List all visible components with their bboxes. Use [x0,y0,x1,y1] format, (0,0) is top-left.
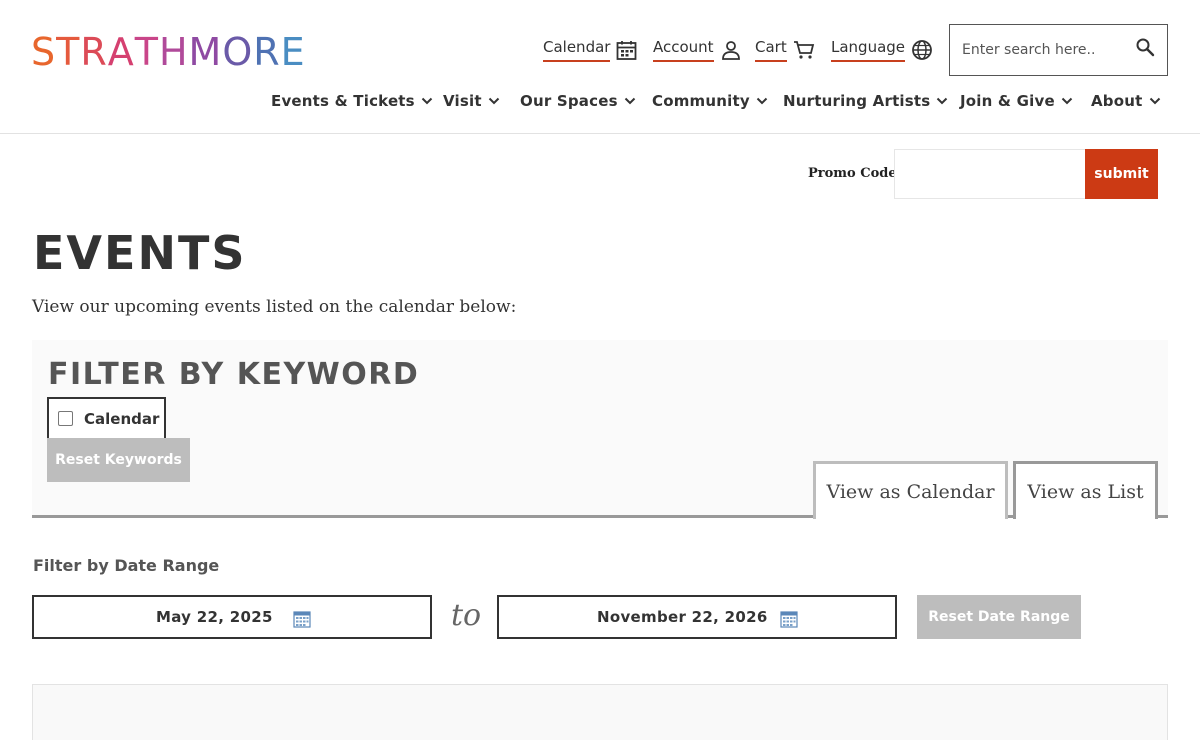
logo-letter: O [222,30,254,74]
globe-icon [912,40,932,60]
end-date-value: November 22, 2026 [597,608,768,626]
reset-keywords-button[interactable]: Reset Keywords [47,438,190,482]
chevron-down-icon [1149,97,1160,105]
date-range-separator: to [451,598,482,633]
calendar-picker-icon[interactable] [293,610,311,628]
tab-view-as-list[interactable]: View as List [1013,461,1158,519]
language-link[interactable]: Language [831,38,933,62]
account-link-label: Account [653,38,714,62]
page-intro: View our upcoming events listed on the c… [32,297,517,317]
nav-label: Nurturing Artists [783,92,931,110]
keyword-option-calendar[interactable]: Calendar [47,397,166,440]
nav-events-tickets[interactable]: Events & Tickets [271,92,433,110]
nav-label: Visit [443,92,482,110]
promo-submit-button[interactable]: submit [1085,149,1158,199]
nav-label: About [1091,92,1143,110]
chevron-down-icon [624,97,635,105]
nav-join-give[interactable]: Join & Give [960,92,1073,110]
end-date-field[interactable]: November 22, 2026 [497,595,897,639]
chevron-down-icon [1061,97,1073,105]
logo-letter: T [134,30,159,74]
calendar-picker-icon[interactable] [780,610,798,628]
nav-about[interactable]: About [1091,92,1161,110]
nav-label: Join & Give [960,92,1055,110]
chevron-down-icon [421,97,433,105]
user-icon [721,41,740,60]
logo-letter: E [280,30,306,74]
calendar-link[interactable]: Calendar [543,38,637,62]
nav-label: Our Spaces [520,92,618,110]
strathmore-logo[interactable]: STRATHMORE [31,30,306,74]
nav-visit[interactable]: Visit [443,92,500,110]
promo-code-label: Promo Code [808,166,897,181]
site-search [949,24,1168,76]
nav-nurturing-artists[interactable]: Nurturing Artists [783,92,948,110]
events-results-area [32,684,1168,740]
tab-view-as-calendar[interactable]: View as Calendar [813,461,1008,519]
calendar-icon [617,40,637,60]
logo-letter: M [188,30,223,74]
search-input[interactable] [962,39,1132,61]
nav-community[interactable]: Community [652,92,768,110]
date-range-label: Filter by Date Range [33,556,220,575]
reset-date-range-button[interactable]: Reset Date Range [917,595,1081,639]
search-icon[interactable] [1135,37,1155,57]
calendar-link-label: Calendar [543,38,611,62]
nav-our-spaces[interactable]: Our Spaces [520,92,636,110]
chevron-down-icon [937,97,948,105]
logo-letter: T [56,30,81,74]
language-link-label: Language [831,38,906,62]
chevron-down-icon [756,97,768,105]
start-date-field[interactable]: May 22, 2025 [32,595,432,639]
promo-code-input[interactable] [894,149,1086,199]
site-header: STRATHMORE Calendar Account Cart Languag… [0,0,1200,134]
logo-letter: R [80,30,108,74]
nav-label: Events & Tickets [271,92,415,110]
cart-link[interactable]: Cart [755,38,815,62]
nav-label: Community [652,92,750,110]
logo-letter: S [31,30,57,74]
keyword-label: Calendar [84,409,160,428]
account-link[interactable]: Account [653,38,742,62]
keyword-checkbox[interactable] [58,411,73,426]
page-title: EVENTS [33,226,247,280]
start-date-value: May 22, 2025 [156,608,273,626]
logo-letter: H [158,30,189,74]
keyword-filter-panel: FILTER BY KEYWORD Calendar Reset Keyword… [32,340,1168,519]
logo-letter: A [107,30,135,74]
chevron-down-icon [488,97,499,105]
cart-icon [793,41,814,59]
cart-link-label: Cart [755,38,787,62]
logo-letter: R [253,30,281,74]
filter-title: FILTER BY KEYWORD [48,357,420,392]
